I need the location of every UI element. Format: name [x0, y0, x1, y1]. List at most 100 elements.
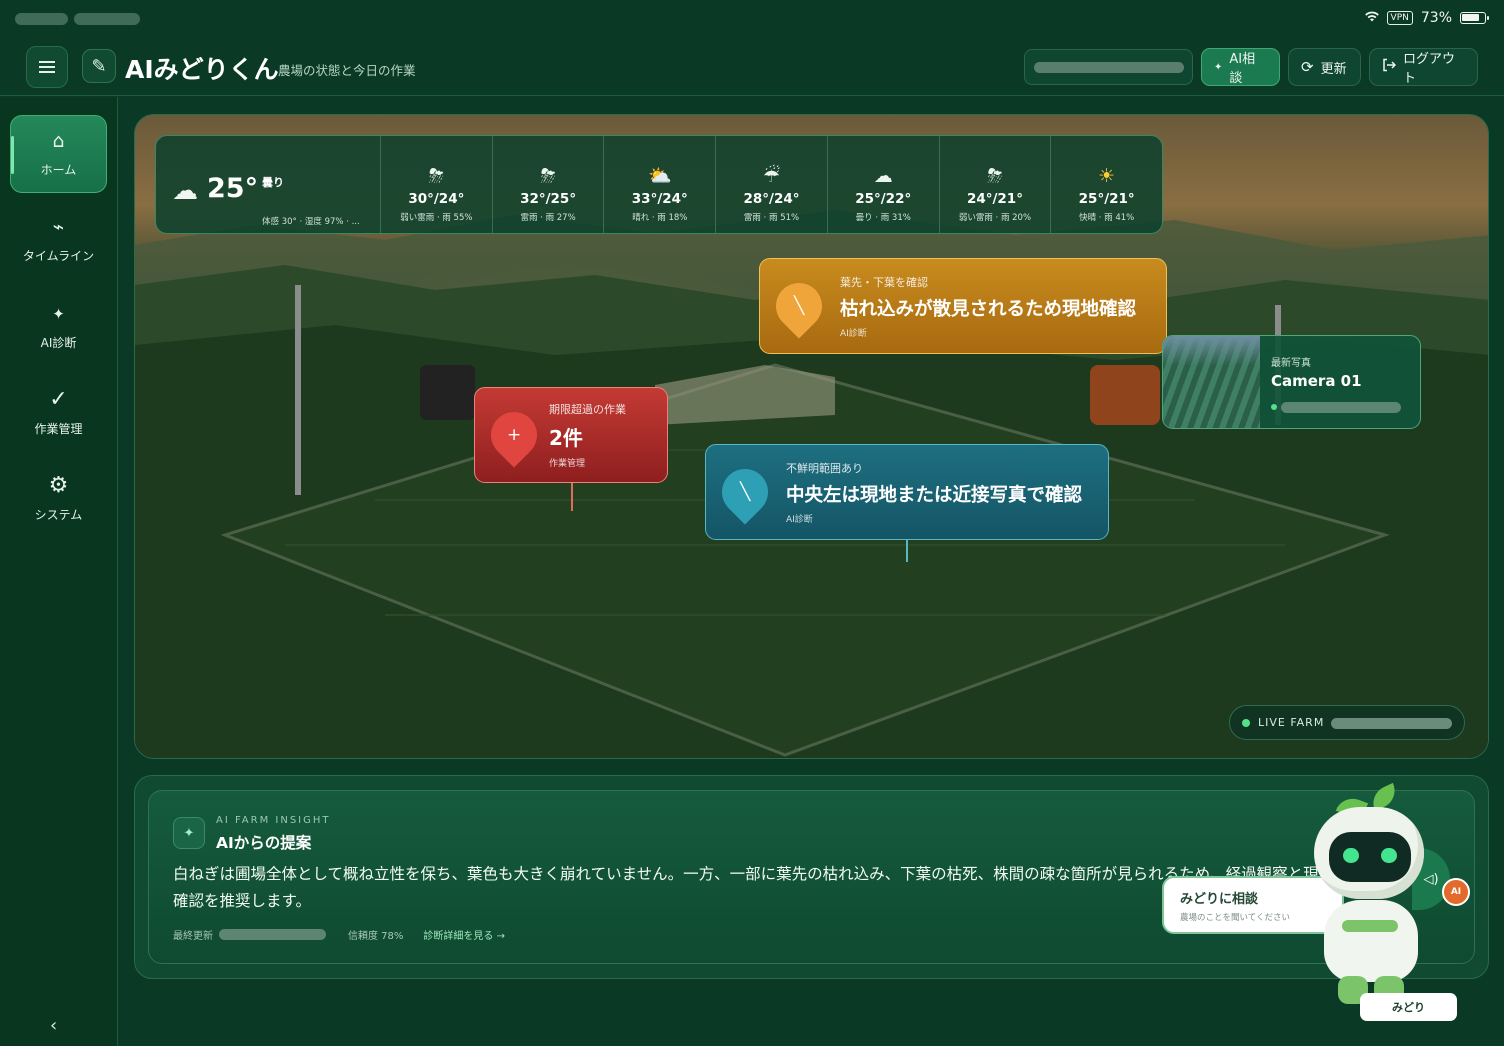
battery-percent: 73%	[1420, 10, 1452, 26]
forecast-day: ☔ 28°/24° 雷雨 · 雨 51%	[716, 136, 828, 233]
cloud-icon: ☁	[172, 176, 198, 206]
diagnosis-details-link[interactable]: 診断詳細を見る →	[423, 927, 505, 942]
forecast-desc: 晴れ · 雨 18%	[632, 213, 688, 223]
sidebar-item-label: 作業管理	[34, 421, 83, 436]
logout-label: ログアウト	[1403, 52, 1456, 86]
speaker-icon: ◁)	[1423, 871, 1439, 887]
status-placeholder	[15, 13, 68, 25]
refresh-button[interactable]: ⟳ 更新	[1288, 48, 1361, 86]
forecast-desc: 弱い雷雨 · 雨 20%	[958, 213, 1032, 223]
alert-card-overdue-tasks[interactable]: + 期限超過の作業 2件 作業管理	[474, 387, 668, 483]
menu-button[interactable]	[26, 46, 68, 88]
confidence: 信頼度 78%	[348, 931, 404, 942]
chat-title: みどりに相談	[1180, 892, 1259, 907]
camera-card[interactable]: 最新写真 Camera 01	[1162, 335, 1421, 429]
forecast-desc: 雷雨 · 雨 51%	[743, 213, 800, 223]
alert-label: 葉先・下葉を確認	[840, 275, 928, 289]
insight-eyebrow: AI FARM INSIGHT	[216, 815, 331, 826]
vpn-badge: VPN	[1386, 11, 1413, 25]
sparkle-icon: ✦	[173, 817, 205, 849]
sidebar-item-system[interactable]: ⚙ システム	[10, 460, 107, 538]
forecast-day: ☁ 25°/22° 曇り · 雨 31%	[828, 136, 940, 233]
forecast-desc: 快晴 · 雨 41%	[1079, 213, 1135, 223]
forecast-day: ⛅ 33°/24° 晴れ · 雨 18%	[604, 136, 717, 233]
cloud-icon: ☁	[873, 165, 893, 187]
app-title: AIみどりくん	[125, 55, 279, 84]
forecast-temp: 32°/25°	[520, 191, 577, 207]
current-detail: 体感 30° · 湿度 97% · ...	[262, 217, 360, 227]
forecast-desc: 曇り · 雨 31%	[855, 213, 911, 223]
sidebar-item-label: ホーム	[40, 162, 77, 177]
plus-pin-icon: +	[481, 402, 547, 468]
ai-consult-button[interactable]: ✦ AI相談	[1201, 48, 1280, 86]
logout-icon	[1382, 58, 1397, 76]
mascot-name-button[interactable]: みどり	[1360, 993, 1457, 1021]
header-search-field[interactable]	[1024, 49, 1193, 85]
pin-stem	[571, 483, 573, 511]
map-pin-icon: ╲	[766, 273, 832, 339]
pin-stem	[906, 540, 908, 562]
rain-cloud-icon: ☔	[762, 165, 781, 187]
alert-card-leaf-check[interactable]: ╲ 葉先・下葉を確認 枯れ込みが散見されるため現地確認 AI診断	[759, 258, 1167, 354]
alert-tag: 作業管理	[549, 459, 586, 469]
forecast-temp: 25°/22°	[855, 191, 912, 207]
collapse-sidebar-button[interactable]: ‹	[50, 1015, 57, 1036]
live-placeholder	[1331, 718, 1452, 729]
forecast-day: ⛈ 32°/25° 雷雨 · 雨 27%	[493, 136, 605, 233]
timeline-icon: ⌁	[52, 215, 65, 238]
ai-consult-label: AI相談	[1229, 52, 1256, 86]
insight-title: AIからの提案	[216, 834, 312, 852]
camera-label: 最新写真	[1271, 358, 1311, 369]
camera-status-placeholder	[1281, 402, 1401, 413]
alert-tag: AI診断	[786, 514, 813, 525]
forecast-temp: 28°/24°	[743, 191, 800, 207]
sun-icon: ☀	[1098, 165, 1116, 187]
alert-label: 期限超過の作業	[549, 403, 626, 416]
sidebar: ⌂ ホーム ⌁ タイムライン ✦ AI診断 ✓ 作業管理 ⚙ システム ‹	[0, 97, 118, 1046]
forecast-temp: 30°/24°	[408, 191, 465, 207]
forecast-day: ☀ 25°/21° 快晴 · 雨 41%	[1051, 136, 1162, 233]
sidebar-item-tasks[interactable]: ✓ 作業管理	[10, 374, 107, 452]
status-bar: VPN 73%	[0, 0, 1504, 40]
app-logo-icon: ✎	[82, 49, 116, 83]
refresh-icon: ⟳	[1301, 58, 1314, 76]
thunder-sun-icon: ⛈	[540, 165, 556, 187]
last-updated-label: 最終更新	[173, 931, 213, 942]
consult-mascot-button[interactable]: みどりに相談 農場のことを聞いてください	[1162, 876, 1344, 934]
camera-name: Camera 01	[1271, 372, 1362, 390]
alert-title: 中央左は現地または近接写真で確認	[786, 484, 1083, 506]
sidebar-item-home[interactable]: ⌂ ホーム	[10, 115, 107, 193]
home-icon: ⌂	[52, 129, 65, 152]
alert-label: 不鮮明範囲あり	[786, 461, 863, 475]
forecast-day: ⛈ 30°/24° 弱い雷雨 · 雨 55%	[381, 136, 493, 233]
current-condition: 曇り	[262, 176, 284, 189]
gear-icon: ⚙	[48, 472, 69, 498]
check-icon: ✓	[49, 386, 68, 412]
app-header: ✎ AIみどりくん 農場の状態と今日の作業 ✦ AI相談 ⟳ 更新 ログアウト	[0, 40, 1504, 96]
thunder-sun-icon: ⛈	[987, 165, 1003, 187]
live-farm-indicator: LIVE FARM	[1229, 705, 1465, 740]
alert-title: 枯れ込みが散見されるため現地確認	[840, 298, 1137, 320]
sidebar-item-ai-diagnosis[interactable]: ✦ AI診断	[10, 288, 107, 366]
alert-card-unclear-area[interactable]: ╲ 不鮮明範囲あり 中央左は現地または近接写真で確認 AI診断	[705, 444, 1109, 540]
ai-badge: AI	[1442, 878, 1470, 906]
last-updated-placeholder	[219, 929, 326, 940]
hamburger-icon	[39, 66, 55, 68]
forecast-desc: 弱い雷雨 · 雨 55%	[400, 213, 473, 223]
chat-subtitle: 農場のことを聞いてください	[1180, 913, 1290, 923]
forecast-desc: 雷雨 · 雨 27%	[520, 213, 576, 223]
status-indicators: VPN 73%	[1364, 10, 1489, 26]
sparkle-icon: ✦	[1214, 61, 1223, 73]
weather-panel: ☁ 25° 曇り 体感 30° · 湿度 97% · ... ⛈ 30°/24°…	[155, 135, 1163, 234]
sidebar-item-label: システム	[34, 507, 83, 522]
alert-count: 2件	[549, 426, 583, 450]
camera-thumbnail	[1163, 336, 1260, 428]
forecast-temp: 33°/24°	[631, 191, 688, 207]
logout-button[interactable]: ログアウト	[1369, 48, 1478, 86]
app-subtitle: 農場の状態と今日の作業	[278, 63, 416, 78]
sidebar-item-label: AI診断	[40, 335, 77, 350]
status-dot	[1271, 404, 1277, 410]
live-dot	[1242, 719, 1250, 727]
sidebar-item-timeline[interactable]: ⌁ タイムライン	[10, 201, 107, 279]
insight-meta: 最終更新 信頼度 78% 診断詳細を見る →	[173, 927, 505, 942]
